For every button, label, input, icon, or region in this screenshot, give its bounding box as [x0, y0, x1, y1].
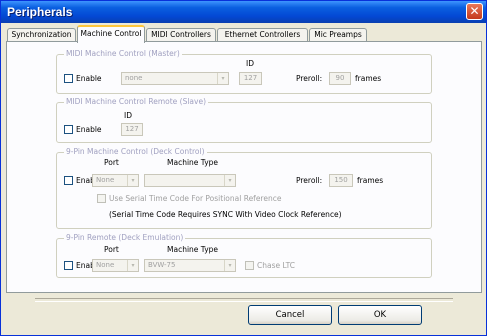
chevron-down-icon: ▾ — [217, 73, 228, 84]
nine-pin-remote-port-label: Port — [104, 245, 119, 254]
tab-midi-controllers[interactable]: MIDI Controllers — [146, 28, 216, 42]
nine-pin-control-frames-label: frames — [357, 176, 384, 185]
mmc-master-enable-checkbox[interactable] — [64, 74, 73, 83]
nine-pin-remote-machine-type-select[interactable]: BVW-75 ▾ — [144, 259, 236, 272]
mmc-remote-enable-checkbox[interactable] — [64, 125, 73, 134]
mmc-master-id-field[interactable]: 127 — [239, 72, 262, 85]
serial-tc-note: (Serial Time Code Requires SYNC With Vid… — [109, 210, 342, 219]
close-icon[interactable]: ✕ — [466, 3, 483, 20]
mmc-remote-group: MIDI Machine Control Remote (Slave) Enab… — [56, 97, 432, 143]
window-title: Peripherals — [7, 5, 73, 19]
chase-ltc-checkbox[interactable] — [245, 261, 254, 270]
machine-control-panel: MIDI Machine Control (Master) Enable non… — [6, 41, 482, 293]
mmc-master-enable-label: Enable — [76, 74, 102, 83]
mmc-master-title: MIDI Machine Control (Master) — [64, 49, 182, 58]
mmc-remote-id-label: ID — [124, 111, 132, 120]
chevron-down-icon: ▾ — [224, 175, 235, 186]
chevron-down-icon: ▾ — [127, 260, 138, 271]
nine-pin-remote-port-select[interactable]: None ▾ — [92, 259, 139, 272]
serial-tc-label: Use Serial Time Code For Positional Refe… — [109, 194, 282, 203]
nine-pin-control-title: 9-Pin Machine Control (Deck Control) — [64, 147, 207, 156]
nine-pin-control-machine-type-select[interactable]: ▾ — [144, 174, 236, 187]
nine-pin-control-enable-checkbox[interactable] — [64, 176, 73, 185]
tab-mic-preamps[interactable]: Mic Preamps — [309, 28, 367, 42]
nine-pin-remote-port-value: None — [96, 261, 115, 269]
nine-pin-control-group: 9-Pin Machine Control (Deck Control) Por… — [56, 147, 432, 229]
mmc-remote-id-field[interactable]: 127 — [121, 123, 143, 136]
mmc-master-frames-label: frames — [355, 74, 382, 83]
serial-tc-checkbox[interactable] — [97, 194, 106, 203]
nine-pin-remote-machine-type-value: BVW-75 — [148, 261, 176, 269]
chevron-down-icon: ▾ — [127, 175, 138, 186]
ok-button[interactable]: OK — [338, 305, 422, 325]
mmc-remote-enable-label: Enable — [76, 125, 102, 134]
tab-synchronization[interactable]: Synchronization — [7, 28, 76, 42]
nine-pin-control-port-value: None — [96, 176, 115, 184]
mmc-master-preroll-label: Preroll: — [296, 74, 323, 83]
tab-machine-control[interactable]: Machine Control — [77, 25, 145, 43]
nine-pin-control-preroll-field[interactable]: 150 — [329, 174, 353, 187]
mmc-master-group: MIDI Machine Control (Master) Enable non… — [56, 49, 432, 94]
footer-separator — [35, 298, 453, 302]
nine-pin-remote-machine-type-label: Machine Type — [167, 245, 219, 254]
cancel-button[interactable]: Cancel — [248, 305, 332, 325]
nine-pin-control-port-select[interactable]: None ▾ — [92, 174, 139, 187]
mmc-master-device-value: none — [125, 74, 143, 82]
nine-pin-control-machine-type-label: Machine Type — [167, 158, 219, 167]
chevron-down-icon: ▾ — [224, 260, 235, 271]
mmc-master-id-label: ID — [246, 59, 254, 68]
title-bar[interactable]: Peripherals ✕ — [1, 1, 486, 23]
nine-pin-remote-title: 9-Pin Remote (Deck Emulation) — [64, 233, 186, 242]
nine-pin-remote-group: 9-Pin Remote (Deck Emulation) Port Machi… — [56, 233, 432, 278]
mmc-remote-title: MIDI Machine Control Remote (Slave) — [64, 97, 208, 106]
nine-pin-control-preroll-label: Preroll: — [296, 176, 323, 185]
chase-ltc-label: Chase LTC — [257, 261, 296, 270]
mmc-master-device-select[interactable]: none ▾ — [121, 72, 229, 85]
peripherals-dialog: Peripherals ✕ Synchronization Machine Co… — [0, 0, 487, 336]
mmc-master-preroll-field[interactable]: 90 — [329, 72, 351, 85]
nine-pin-remote-enable-checkbox[interactable] — [64, 261, 73, 270]
tab-ethernet-controllers[interactable]: Ethernet Controllers — [217, 28, 308, 42]
nine-pin-control-port-label: Port — [104, 158, 119, 167]
